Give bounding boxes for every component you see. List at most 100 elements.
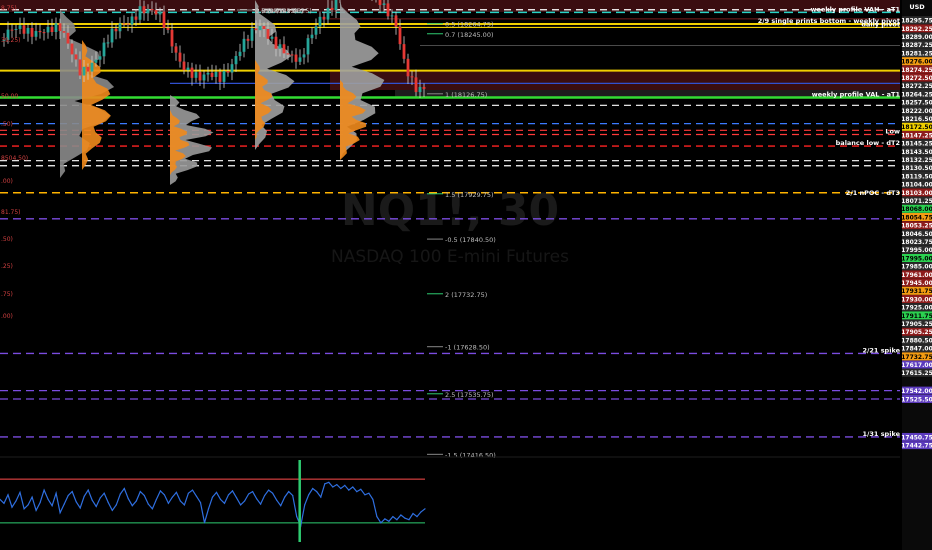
price-label[interactable]: 17931.75	[901, 286, 932, 295]
price-label[interactable]: 17930.00	[901, 295, 932, 303]
candle-body	[38, 30, 42, 33]
candle	[242, 31, 246, 58]
price-label[interactable]: 18292.25	[901, 24, 932, 33]
price-label[interactable]: 17985.00	[901, 262, 932, 271]
candle-body	[122, 23, 126, 25]
price-label-text: 18145.25	[901, 141, 932, 148]
oscillator-point	[119, 493, 121, 495]
price-label[interactable]: 17995.00	[901, 254, 932, 262]
price-label[interactable]: 18023.75	[901, 237, 932, 246]
price-label[interactable]: 17615.25	[901, 368, 932, 377]
candle-body	[158, 11, 162, 15]
price-label[interactable]: 18172.50	[901, 122, 932, 131]
price-label[interactable]: 17925.00	[901, 303, 932, 312]
candle-body	[94, 59, 98, 63]
oscillator-point	[244, 500, 246, 502]
price-label[interactable]: 18068.00	[901, 204, 932, 213]
price-label[interactable]: 18054.75	[901, 213, 932, 221]
price-label[interactable]: 18143.50	[901, 147, 932, 156]
oscillator-point	[288, 491, 290, 493]
price-label[interactable]: 18281.25	[901, 49, 932, 57]
oscillator-point	[308, 494, 310, 496]
price-label[interactable]: 18053.25	[901, 221, 932, 230]
price-label[interactable]: 18103.00	[901, 188, 932, 197]
candle-body	[418, 86, 422, 93]
candle-body	[182, 61, 186, 71]
candle-body	[54, 23, 58, 32]
candle-body	[294, 54, 298, 62]
price-label[interactable]: 18071.25	[901, 196, 932, 205]
left-edge-label: 8504.50)	[1, 155, 28, 162]
candle-body	[26, 27, 30, 34]
price-axis[interactable]: USD 18295.7518292.2518289.0018287.2518281…	[901, 0, 932, 550]
candle-body	[250, 28, 254, 41]
candle	[114, 24, 118, 40]
price-label[interactable]: 18295.75	[901, 16, 932, 25]
price-label-text: 17961.00	[901, 272, 932, 279]
candle-body	[306, 38, 310, 55]
price-label[interactable]: 17525.50	[901, 394, 932, 403]
chart-canvas[interactable]: NQ1!, 30NASDAQ 100 E-mini Futures1 (1847…	[0, 0, 932, 550]
left-edge-label: .50)	[1, 236, 13, 243]
oscillator-pane	[0, 456, 900, 542]
fib-label: -1 (17628.50)	[445, 344, 490, 352]
price-label[interactable]: 18274.25	[901, 65, 932, 74]
price-label[interactable]: 18264.25	[901, 90, 932, 98]
price-label[interactable]: 18147.25	[901, 131, 932, 139]
candle	[394, 11, 398, 35]
oscillator-point	[127, 498, 129, 500]
price-label[interactable]: 17911.75	[901, 311, 932, 320]
oscillator-point	[15, 500, 17, 502]
candle-body	[50, 26, 54, 32]
price-label[interactable]: 18272.25	[901, 81, 932, 90]
price-label[interactable]: 18104.00	[901, 180, 932, 189]
price-label-text: 18222.00	[901, 108, 932, 115]
candle-body	[58, 23, 62, 32]
price-label[interactable]: 17905.25	[901, 327, 932, 336]
price-label[interactable]: 18132.25	[901, 155, 932, 164]
candle	[98, 50, 102, 68]
price-label[interactable]: 17847.00	[901, 344, 932, 353]
oscillator-point	[408, 519, 410, 521]
candle	[122, 15, 126, 28]
oscillator-point	[240, 504, 242, 506]
price-label[interactable]: 18276.00	[901, 57, 932, 66]
price-label[interactable]: 18119.50	[901, 172, 932, 180]
candle	[206, 66, 210, 82]
price-label[interactable]: 17732.75	[901, 352, 932, 361]
oscillator-point	[376, 516, 378, 518]
candle-body	[378, 0, 382, 5]
price-label[interactable]: 17905.25	[901, 319, 932, 328]
price-label[interactable]: 17442.75	[901, 441, 932, 450]
price-label[interactable]: 18257.50	[901, 98, 932, 107]
price-label[interactable]: 18289.00	[901, 32, 932, 41]
price-label-text: 18103.00	[901, 190, 932, 197]
oscillator-point	[372, 498, 374, 500]
price-label[interactable]: 17880.50	[901, 336, 932, 344]
price-label[interactable]: 17995.00	[901, 245, 932, 254]
candle	[214, 65, 218, 84]
oscillator-point	[292, 494, 294, 497]
price-label[interactable]: 18046.50	[901, 229, 932, 238]
price-label[interactable]: 18145.25	[901, 139, 932, 148]
price-label[interactable]: 18287.25	[901, 40, 932, 49]
candle	[194, 64, 198, 83]
price-label-text: 17911.75	[901, 313, 932, 320]
price-label[interactable]: 17945.00	[901, 278, 932, 287]
price-label[interactable]: 17450.75	[901, 432, 932, 441]
level-annotation: 1/31 spike	[862, 430, 900, 438]
price-label[interactable]: 18130.50	[901, 163, 932, 172]
oscillator-point	[219, 498, 222, 500]
price-label[interactable]: 17542.00	[901, 386, 932, 395]
candle-body	[114, 28, 118, 32]
price-label-text: 18119.50	[901, 173, 932, 180]
price-label[interactable]: 17961.00	[901, 270, 932, 279]
price-label[interactable]: 18222.00	[901, 106, 932, 115]
price-label-text: 17995.00	[901, 247, 932, 254]
price-label[interactable]: 17617.00	[901, 360, 932, 369]
price-label[interactable]: 18216.50	[901, 114, 932, 123]
candle-body	[14, 28, 18, 30]
price-label-text: 18257.50	[901, 100, 932, 107]
price-label[interactable]: 18272.50	[901, 73, 932, 82]
oscillator-point	[31, 496, 33, 498]
